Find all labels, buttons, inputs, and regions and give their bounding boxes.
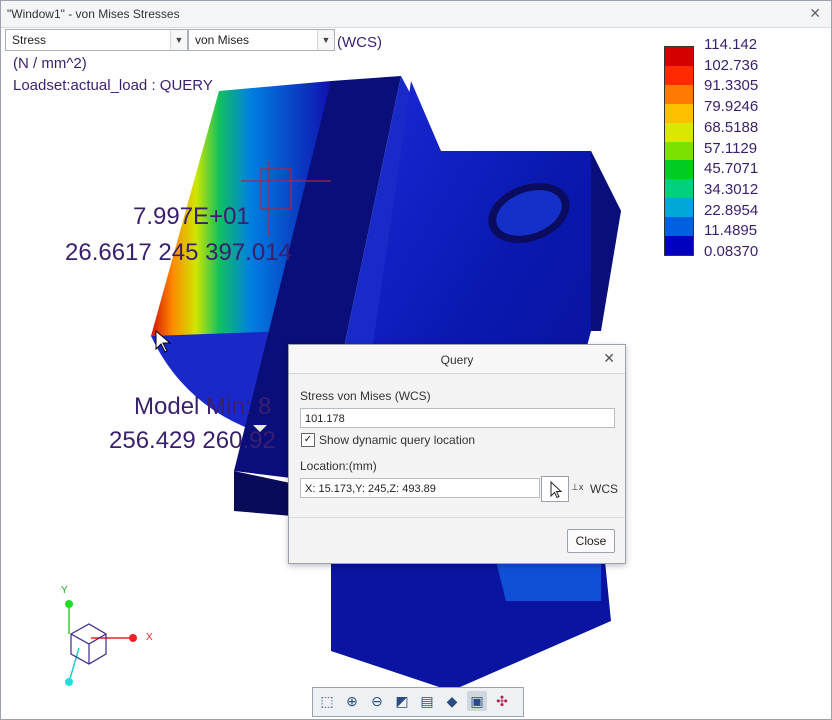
- query-coords-overlay: 26.6617 245 397.014: [65, 239, 292, 266]
- legend-color-band: [665, 47, 693, 66]
- spin-center-icon[interactable]: ✣: [492, 691, 512, 711]
- legend-color-band: [665, 236, 693, 255]
- arrow-cursor-icon: [550, 480, 563, 499]
- model-min-coords-overlay: 256.429 260.92: [109, 427, 276, 454]
- legend-value: 22.8954: [704, 201, 759, 219]
- location-field[interactable]: X: 15.173,Y: 245,Z: 493.89: [300, 478, 540, 498]
- legend-color-band: [665, 84, 693, 104]
- repaint-icon[interactable]: ◩: [392, 691, 412, 711]
- wcs-label: WCS: [590, 482, 618, 496]
- csys-icon[interactable]: ⊥x: [571, 482, 583, 493]
- legend-color-band: [665, 160, 693, 180]
- zoom-out-icon[interactable]: ⊖: [367, 691, 387, 711]
- y-axis-label: Y: [61, 585, 68, 596]
- show-location-checkbox[interactable]: ✓: [301, 433, 315, 447]
- legend-color-band: [665, 65, 693, 85]
- show-location-label: Show dynamic query location: [319, 433, 476, 447]
- result-value-field[interactable]: 101.178: [300, 408, 615, 428]
- view-manager-icon[interactable]: ▣: [467, 691, 487, 711]
- legend-color-band: [665, 122, 693, 142]
- legend-color-band: [665, 141, 693, 161]
- saved-views-icon[interactable]: ▤: [417, 691, 437, 711]
- query-value-overlay: 7.997E+01: [133, 203, 250, 230]
- legend-value: 11.4895: [704, 222, 758, 240]
- close-icon[interactable]: ✕: [603, 350, 615, 367]
- legend-color-band: [665, 179, 693, 199]
- legend-value: 45.7071: [704, 160, 759, 178]
- legend-value: 34.3012: [704, 180, 759, 198]
- refit-icon[interactable]: ⬚: [317, 691, 337, 711]
- dialog-divider: [289, 517, 625, 518]
- view-toolbar: ⬚ ⊕ ⊖ ◩ ▤ ◆ ▣ ✣: [312, 687, 524, 717]
- results-window: "Window1" - von Mises Stresses ✕ Stress …: [0, 0, 832, 720]
- legend-value: 102.736: [704, 56, 759, 74]
- color-legend-labels: 114.142 102.736 91.3305 79.9246 68.5188 57.11…: [704, 35, 758, 263]
- legend-value: 114.142: [704, 36, 758, 53]
- model-min-overlay: Model Min: 8: [134, 393, 272, 420]
- close-button[interactable]: Close: [567, 529, 615, 553]
- zoom-in-icon[interactable]: ⊕: [342, 691, 362, 711]
- color-legend-bar: [664, 46, 694, 256]
- dialog-title-bar: Query ✕: [289, 345, 625, 374]
- legend-value: 91.3305: [704, 77, 759, 95]
- x-axis-label: X: [146, 632, 153, 643]
- legend-color-band: [665, 198, 693, 218]
- legend-value: 68.5188: [704, 118, 759, 136]
- display-style-icon[interactable]: ◆: [442, 691, 462, 711]
- legend-color-band: [665, 217, 693, 237]
- legend-value: 0.08370: [704, 243, 759, 261]
- dialog-title: Query: [440, 353, 474, 367]
- legend-value: 57.1129: [704, 139, 758, 157]
- pick-location-button[interactable]: [541, 476, 569, 502]
- coordinate-triad: [65, 600, 137, 686]
- query-dialog: Query ✕ Stress von Mises (WCS) 101.178 ✓…: [288, 344, 626, 564]
- legend-value: 79.9246: [704, 98, 759, 116]
- location-label: Location:(mm): [300, 459, 377, 473]
- legend-color-band: [665, 103, 693, 123]
- result-label: Stress von Mises (WCS): [300, 389, 431, 403]
